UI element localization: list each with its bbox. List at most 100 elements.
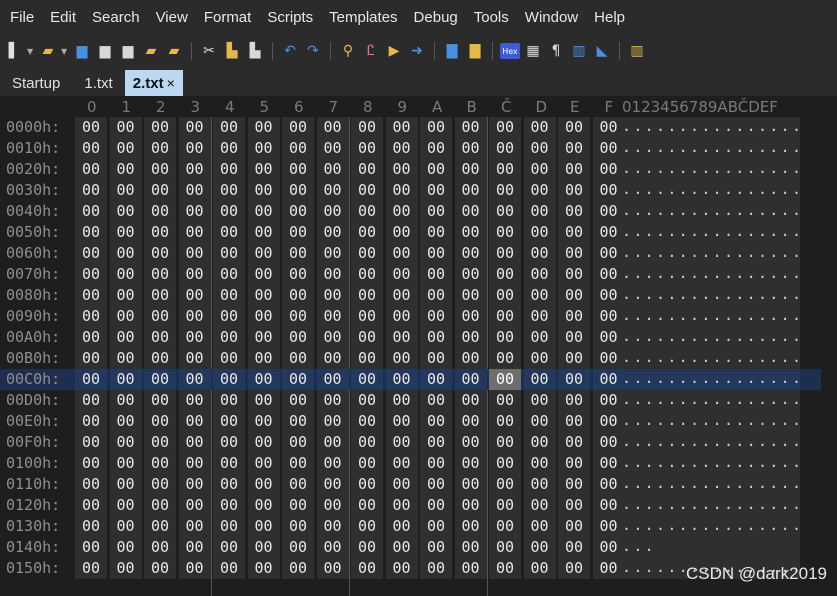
- hex-byte-cell[interactable]: 00: [385, 411, 418, 432]
- dropdown-arrow-icon[interactable]: ▼: [27, 47, 35, 56]
- hex-byte-cell[interactable]: 00: [385, 201, 418, 222]
- hex-byte-cell[interactable]: 00: [316, 495, 349, 516]
- hex-byte-cell[interactable]: 00: [385, 243, 418, 264]
- hex-byte-cell[interactable]: 00: [247, 201, 280, 222]
- hex-byte-cell[interactable]: 00: [178, 369, 211, 390]
- hex-byte-cell[interactable]: 00: [144, 306, 176, 327]
- hex-row[interactable]: 0070h: 00 00 00 00 00 00 00 00 00 00 00 00 00 00 00 00..…: [0, 264, 837, 285]
- hex-byte-cell[interactable]: 00: [213, 369, 245, 390]
- hex-byte-cell[interactable]: 00: [247, 558, 280, 579]
- hex-row[interactable]: 0040h: 00 00 00 00 00 00 00 00 00 00 00 00 00 00 00 00..…: [0, 201, 837, 222]
- hex-byte-cell[interactable]: 00: [592, 117, 625, 138]
- hex-byte-cell[interactable]: 00: [489, 516, 521, 537]
- hex-byte-cell[interactable]: 00: [75, 432, 107, 453]
- hex-byte-cell[interactable]: 00: [351, 390, 383, 411]
- run-template-icon[interactable]: ▇: [442, 41, 462, 61]
- hex-byte-cell[interactable]: 00: [385, 285, 418, 306]
- hex-byte-cell[interactable]: 00: [420, 411, 452, 432]
- vertical-scrollbar[interactable]: [821, 96, 837, 596]
- hex-byte-cell[interactable]: 00: [592, 516, 625, 537]
- workspace-icon[interactable]: ▰: [164, 41, 184, 61]
- hex-byte-cell[interactable]: 00: [558, 264, 590, 285]
- hex-byte-cell[interactable]: 00: [282, 264, 314, 285]
- hex-byte-cell[interactable]: 00: [247, 138, 280, 159]
- hex-byte-cell[interactable]: 00: [351, 201, 383, 222]
- hex-byte-cell[interactable]: 00: [351, 369, 383, 390]
- ascii-text-cell[interactable]: ................: [622, 180, 801, 201]
- hex-row[interactable]: 0020h: 00 00 00 00 00 00 00 00 00 00 00 00 00 00 00 00..…: [0, 159, 837, 180]
- ascii-text-cell[interactable]: ................: [622, 159, 801, 180]
- hex-byte-cell[interactable]: 00: [178, 411, 211, 432]
- hex-byte-cell[interactable]: 00: [420, 264, 452, 285]
- hex-byte-cell[interactable]: 00: [489, 306, 521, 327]
- hex-byte-cell[interactable]: 00: [75, 537, 107, 558]
- hex-byte-cell[interactable]: 00: [109, 201, 142, 222]
- ascii-text-cell[interactable]: ................: [622, 411, 801, 432]
- hex-byte-cell[interactable]: 00: [109, 285, 142, 306]
- hex-byte-cell[interactable]: 00: [420, 432, 452, 453]
- hex-byte-cell[interactable]: 00: [316, 537, 349, 558]
- hex-byte-cell[interactable]: 00: [178, 474, 211, 495]
- hex-byte-cell[interactable]: 00: [592, 558, 625, 579]
- cut-icon[interactable]: ✂: [199, 41, 219, 61]
- hex-byte-cell[interactable]: 00: [351, 243, 383, 264]
- ascii-text-cell[interactable]: ................: [622, 453, 801, 474]
- hex-byte-cell[interactable]: 00: [351, 222, 383, 243]
- hex-byte-cell[interactable]: 00: [144, 474, 176, 495]
- hex-byte-cell[interactable]: 00: [144, 558, 176, 579]
- hex-byte-cell[interactable]: 00: [385, 558, 418, 579]
- menu-file[interactable]: File: [0, 9, 42, 26]
- hex-byte-cell[interactable]: 00: [178, 159, 211, 180]
- hex-row[interactable]: 0010h: 00 00 00 00 00 00 00 00 00 00 00 00 00 00 00 00..…: [0, 138, 837, 159]
- hex-byte-cell[interactable]: 00: [178, 453, 211, 474]
- hex-byte-cell[interactable]: 00: [592, 159, 625, 180]
- ascii-text-cell[interactable]: ................: [622, 495, 801, 516]
- ascii-text-cell[interactable]: ................: [622, 306, 801, 327]
- hex-byte-cell[interactable]: 00: [454, 180, 487, 201]
- hex-byte-cell[interactable]: 00: [385, 327, 418, 348]
- hex-byte-cell[interactable]: 00: [385, 474, 418, 495]
- ascii-text-cell[interactable]: ...: [622, 537, 800, 558]
- hex-row[interactable]: 0130h: 00 00 00 00 00 00 00 00 00 00 00 00 00 00 00 00..…: [0, 516, 837, 537]
- menu-view[interactable]: View: [148, 9, 196, 26]
- hex-byte-cell[interactable]: 00: [558, 495, 590, 516]
- hex-byte-cell[interactable]: 00: [592, 264, 625, 285]
- hex-byte-cell[interactable]: 00: [282, 201, 314, 222]
- hex-byte-cell[interactable]: 00: [316, 138, 349, 159]
- hex-byte-cell[interactable]: 00: [351, 159, 383, 180]
- replace-icon[interactable]: Ꮭ: [361, 41, 381, 61]
- save-icon[interactable]: ▆: [72, 41, 92, 61]
- hex-byte-cell[interactable]: 00: [75, 348, 107, 369]
- text-mode-icon[interactable]: ▦: [523, 41, 543, 61]
- hex-byte-cell[interactable]: 00: [75, 264, 107, 285]
- hex-byte-cell[interactable]: 00: [282, 453, 314, 474]
- hex-byte-cell[interactable]: 00: [247, 369, 280, 390]
- hex-editor-grid[interactable]: 0123456789ABČDEF 0123456789ABČDEF 0000h:…: [0, 96, 837, 596]
- hex-byte-cell[interactable]: 00: [523, 285, 556, 306]
- hex-byte-cell[interactable]: 00: [420, 558, 452, 579]
- hex-byte-cell[interactable]: 00: [247, 327, 280, 348]
- hex-row[interactable]: 00B0h: 00 00 00 00 00 00 00 00 00 00 00 00 00 00 00 00..…: [0, 348, 837, 369]
- hex-byte-cell[interactable]: 00: [489, 390, 521, 411]
- hex-byte-cell[interactable]: 00: [178, 558, 211, 579]
- hex-byte-cell[interactable]: 00: [489, 243, 521, 264]
- hex-byte-cell[interactable]: 00: [558, 159, 590, 180]
- menu-format[interactable]: Format: [196, 9, 260, 26]
- hex-byte-cell[interactable]: 00: [420, 117, 452, 138]
- hex-byte-cell[interactable]: 00: [109, 243, 142, 264]
- hex-byte-cell[interactable]: 00: [282, 390, 314, 411]
- hex-byte-cell[interactable]: 00: [558, 285, 590, 306]
- hex-byte-cell[interactable]: 00: [178, 222, 211, 243]
- hex-byte-cell[interactable]: 00: [385, 159, 418, 180]
- hex-byte-cell[interactable]: 00: [523, 516, 556, 537]
- hex-byte-cell[interactable]: 00: [489, 264, 521, 285]
- hex-byte-cell[interactable]: 00: [489, 474, 521, 495]
- hex-byte-cell[interactable]: 00: [75, 327, 107, 348]
- hex-byte-cell[interactable]: 00: [420, 285, 452, 306]
- hex-byte-cell[interactable]: 00: [558, 327, 590, 348]
- hex-byte-cell[interactable]: 00: [592, 327, 625, 348]
- hex-byte-cell[interactable]: 00: [213, 327, 245, 348]
- ascii-text-cell[interactable]: ................: [622, 432, 801, 453]
- hex-byte-cell[interactable]: 00: [109, 264, 142, 285]
- hex-byte-cell[interactable]: 00: [316, 201, 349, 222]
